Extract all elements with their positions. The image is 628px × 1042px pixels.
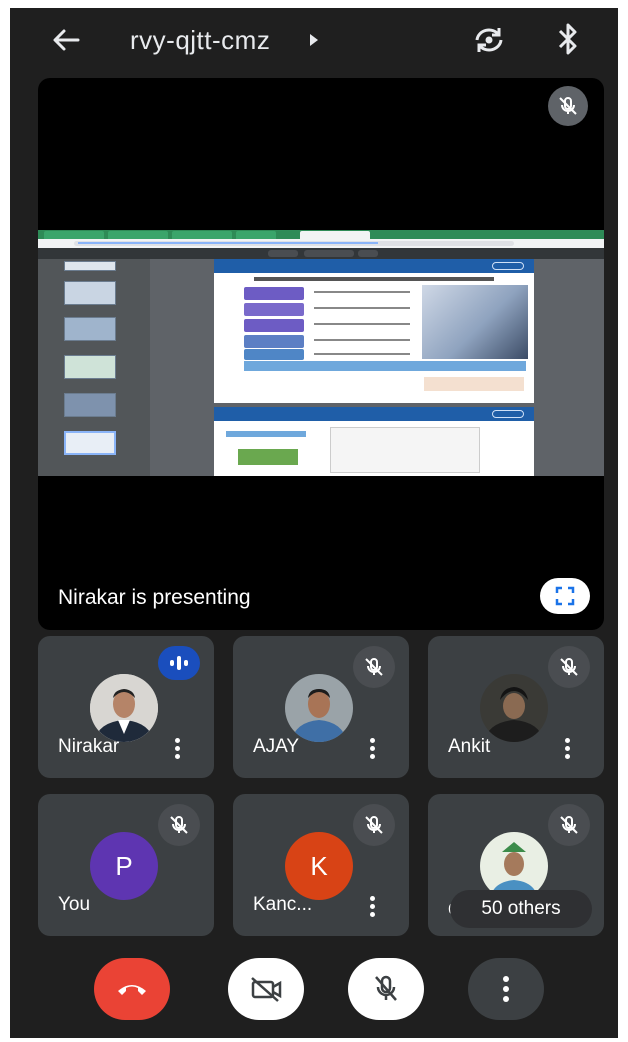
fullscreen-icon bbox=[555, 586, 575, 606]
shared-screen bbox=[38, 230, 604, 476]
browser-tab bbox=[236, 231, 276, 239]
presentation-tile[interactable]: Nirakar is presenting bbox=[38, 78, 604, 630]
caret-right-icon[interactable] bbox=[310, 34, 318, 46]
browser-tab bbox=[108, 231, 168, 239]
fullscreen-button[interactable] bbox=[540, 578, 590, 614]
browser-tabs bbox=[38, 230, 604, 239]
avatar: K bbox=[285, 832, 353, 900]
mic-off-icon bbox=[353, 804, 395, 846]
pdf-toolbar bbox=[38, 248, 604, 259]
pdf-page-view bbox=[150, 259, 604, 476]
browser-tab bbox=[172, 231, 232, 239]
end-call-icon bbox=[118, 985, 146, 995]
participant-tile[interactable]: AJAY bbox=[233, 636, 409, 778]
meeting-code[interactable]: rvy-qjtt-cmz bbox=[130, 25, 270, 56]
participant-tile[interactable]: P You bbox=[38, 794, 214, 936]
others-count-chip[interactable]: 50 others bbox=[450, 890, 592, 928]
browser-tab bbox=[44, 231, 104, 239]
participant-name: AJAY bbox=[253, 736, 300, 757]
more-options-icon[interactable] bbox=[562, 738, 572, 764]
participant-tile[interactable]: K Kanc... bbox=[233, 794, 409, 936]
camera-off-icon bbox=[251, 977, 282, 1002]
slide-page bbox=[214, 259, 534, 403]
more-options-button[interactable] bbox=[468, 958, 544, 1020]
more-options-icon[interactable] bbox=[172, 738, 182, 764]
pdf-thumbnail bbox=[64, 317, 116, 341]
more-options-icon[interactable] bbox=[367, 738, 377, 764]
more-options-icon bbox=[503, 976, 509, 1002]
avatar bbox=[285, 674, 353, 742]
speaking-indicator-icon bbox=[158, 646, 200, 680]
participant-name: Ankit bbox=[448, 736, 491, 757]
end-call-button[interactable] bbox=[94, 958, 170, 1020]
browser-address-bar bbox=[38, 239, 604, 248]
participant-name: Nirakar bbox=[58, 736, 120, 757]
top-bar: rvy-qjtt-cmz bbox=[10, 8, 618, 72]
pdf-thumbnail bbox=[64, 355, 116, 379]
participant-tile[interactable]: Nirakar bbox=[38, 636, 214, 778]
bluetooth-icon[interactable] bbox=[556, 22, 580, 56]
mic-toggle-button[interactable] bbox=[348, 958, 424, 1020]
mic-off-icon bbox=[548, 86, 588, 126]
mic-off-icon bbox=[158, 804, 200, 846]
more-options-icon[interactable] bbox=[367, 896, 377, 922]
avatar: P bbox=[90, 832, 158, 900]
meet-app: rvy-qjtt-cmz Nirakar is presenting Nirak… bbox=[10, 8, 618, 1038]
pdf-thumbnail bbox=[64, 261, 116, 271]
mic-off-icon bbox=[548, 646, 590, 688]
avatar bbox=[480, 674, 548, 742]
slide-photo bbox=[422, 285, 528, 359]
slide-page bbox=[214, 407, 534, 476]
participant-tile[interactable]: de 50 others bbox=[428, 794, 604, 936]
participant-name: Kanc... bbox=[253, 894, 313, 915]
pdf-thumbnail-panel bbox=[38, 259, 150, 476]
mic-off-icon bbox=[548, 804, 590, 846]
back-arrow-icon[interactable] bbox=[50, 24, 82, 56]
camera-toggle-button[interactable] bbox=[228, 958, 304, 1020]
participant-name: You bbox=[58, 894, 91, 915]
mic-off-icon bbox=[353, 646, 395, 688]
pdf-thumbnail bbox=[64, 393, 116, 417]
presenting-status: Nirakar is presenting bbox=[58, 586, 251, 609]
mic-off-icon bbox=[375, 975, 397, 1001]
avatar bbox=[90, 674, 158, 742]
pdf-thumbnail bbox=[64, 281, 116, 305]
participant-tile[interactable]: Ankit bbox=[428, 636, 604, 778]
browser-tab-active bbox=[300, 231, 370, 239]
pdf-thumbnail-selected bbox=[64, 431, 116, 455]
switch-camera-icon[interactable] bbox=[472, 24, 506, 56]
